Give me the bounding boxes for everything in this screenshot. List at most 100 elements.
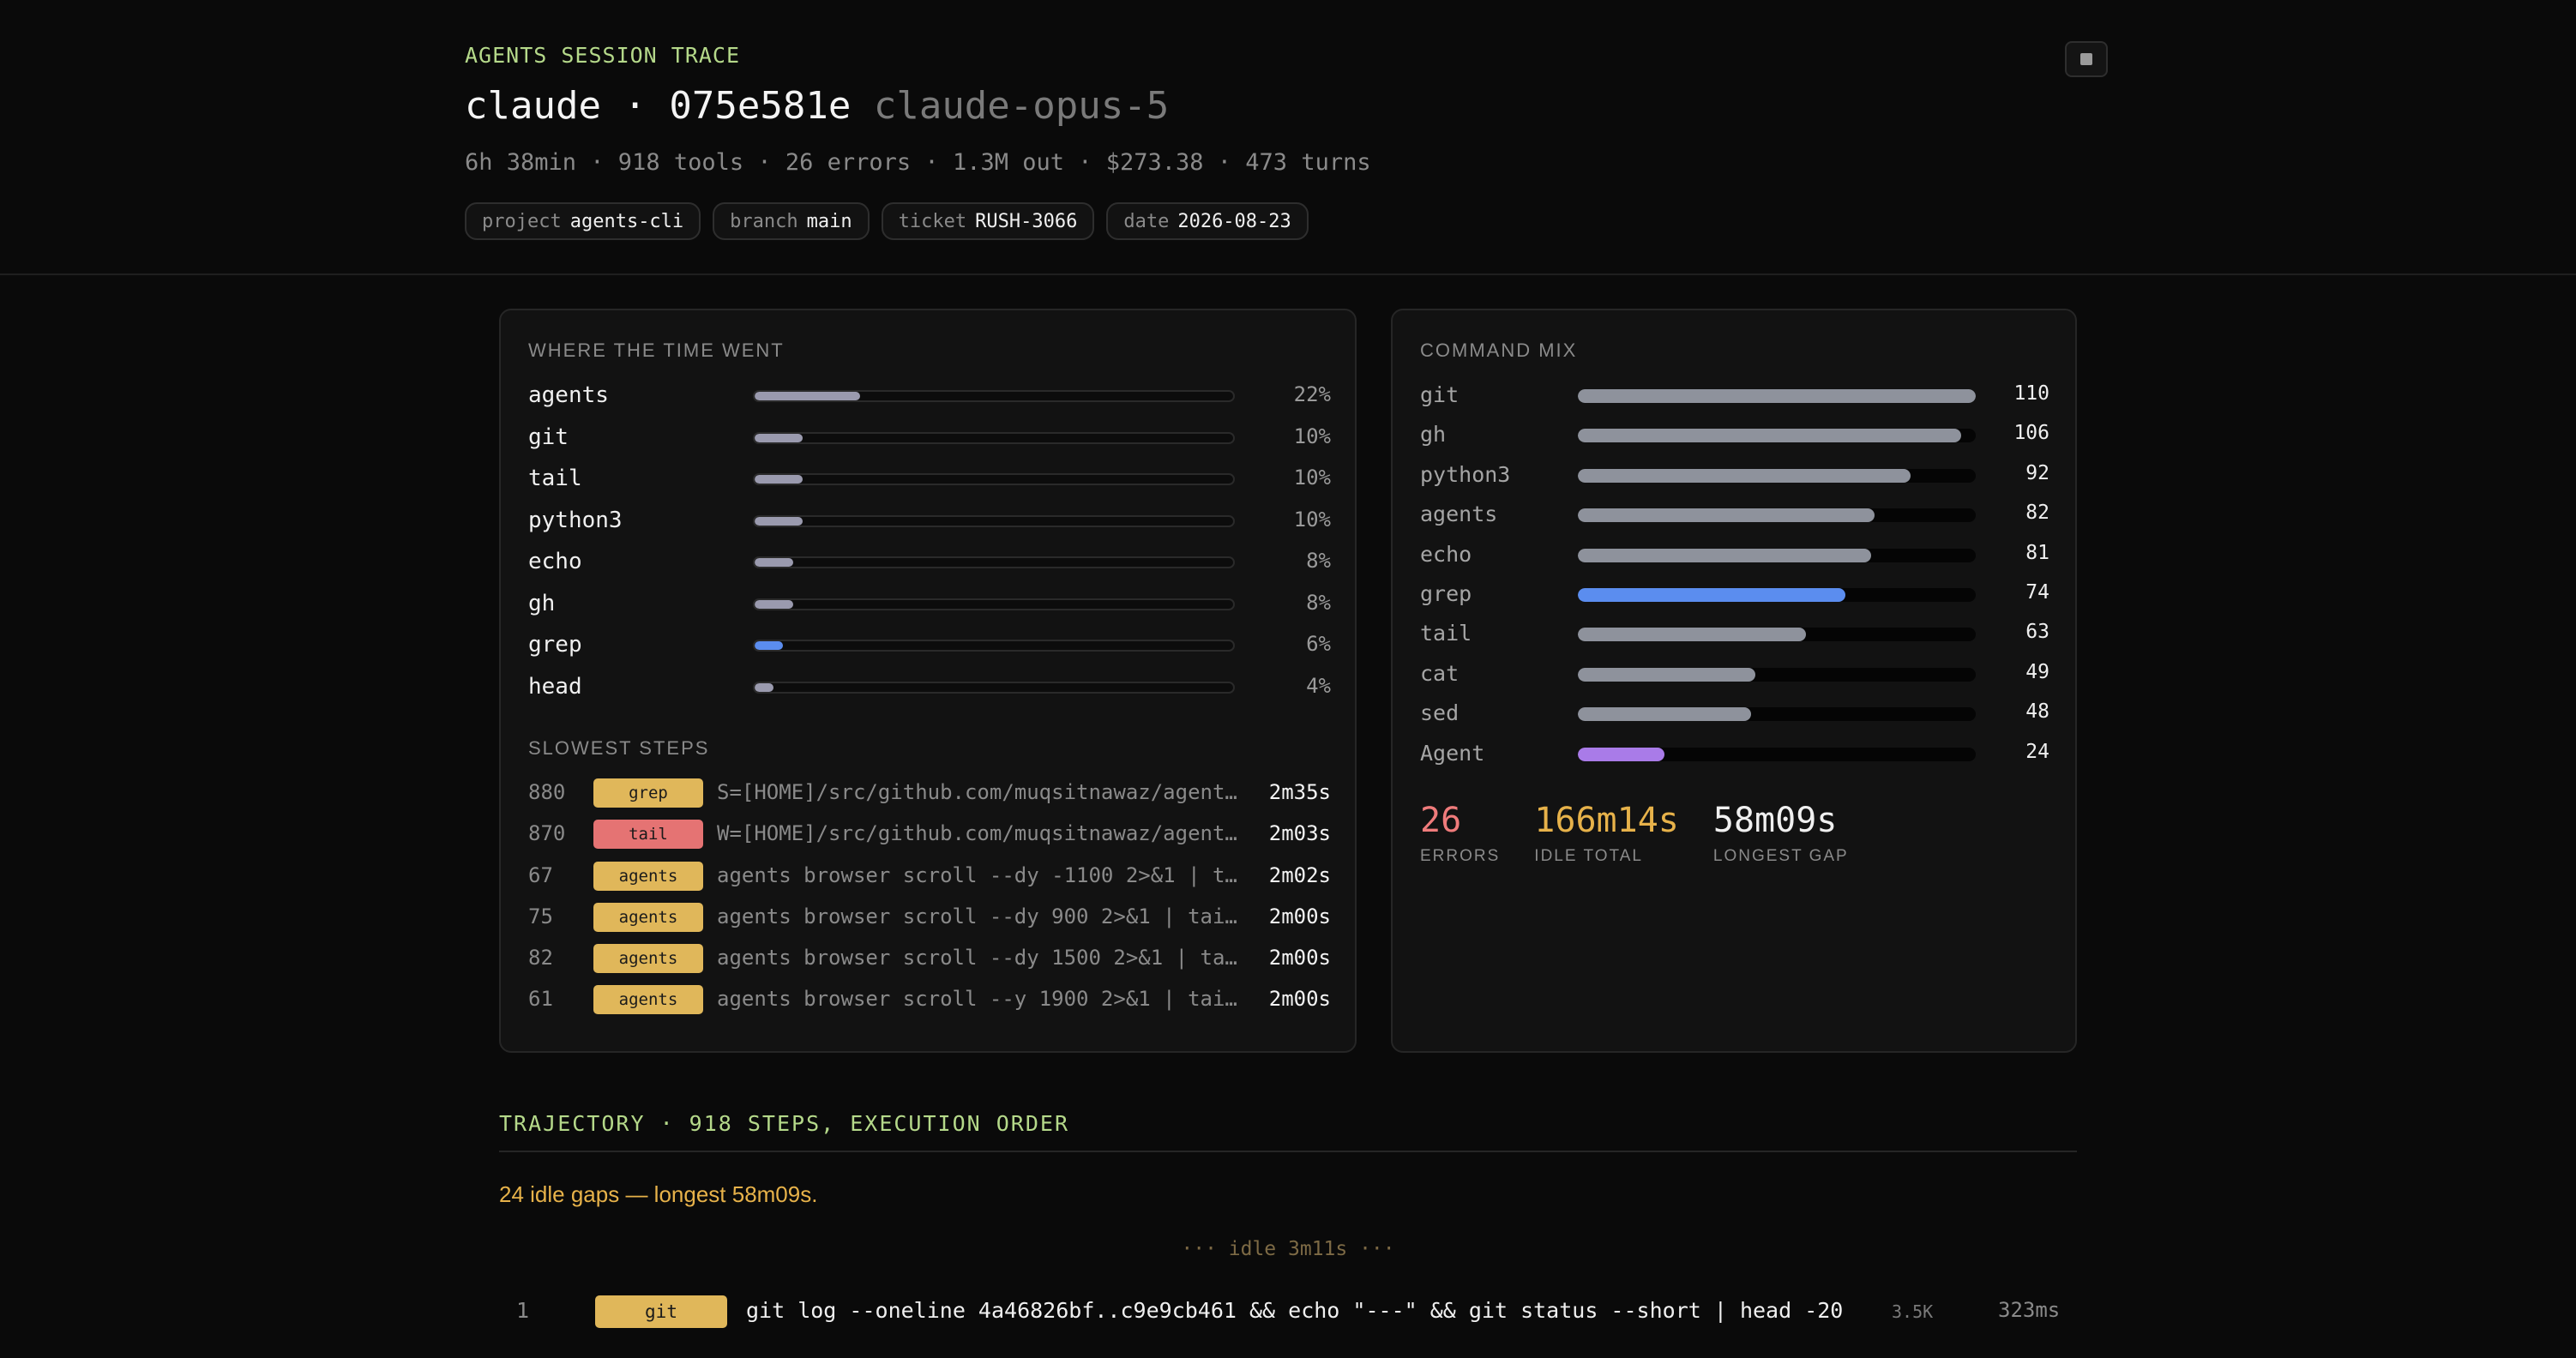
mix-row-tail: tail 63 [1420,621,2049,660]
time-bar-track [753,473,1235,485]
time-bar-fill [755,599,793,609]
time-row-gh: gh 8% [528,591,1331,633]
step-tool-tag: agents [593,902,703,932]
step-duration: 2m00s [1268,904,1331,928]
time-bar-track [753,431,1235,444]
chip-value: RUSH-3066 [975,210,1078,232]
mix-bar-fill [1578,707,1752,722]
mix-row-agent: Agent 24 [1420,741,2049,780]
slow-step-row[interactable]: 870 tail W=[HOME]/src/github.com/muqsitnaw… [528,820,1331,861]
command-mix-list: git 110 gh 106 python3 92 agents 82 echo 81 grep 74… [1420,382,2049,780]
time-row-percent: 22% [1293,382,1331,406]
slow-step-row[interactable]: 75 agents agents browser scroll --dy 900 2… [528,902,1331,944]
metadata-chips: project agents-cli branch main ticket RU… [465,202,1309,240]
mix-row-label: git [1420,382,1460,407]
time-row-tail: tail 10% [528,466,1331,508]
mix-bar-fill [1578,628,1806,642]
mix-row-count: 24 [2025,740,2049,763]
mix-row-count: 92 [2025,461,2049,484]
toggle-theme-button[interactable] [2065,41,2108,77]
chip-key: date [1123,210,1170,232]
mix-row-gh: gh 106 [1420,422,2049,461]
mix-row-count: 110 [2013,382,2049,405]
session-header: AGENTS SESSION TRACE claude · 075e581e c… [0,0,2576,275]
metric-caption: ERRORS [1420,847,1501,865]
chip-project: project agents-cli [465,202,701,240]
slow-step-row[interactable]: 880 grep S=[HOME]/src/github.com/muqsitnaw… [528,778,1331,820]
time-bar-track [753,598,1235,610]
step-number: 880 [528,780,566,804]
idle-gaps-note: 24 idle gaps — longest 58m09s. [499,1181,818,1207]
slowest-steps-title: SLOWEST STEPS [528,737,710,759]
time-bar-track [753,556,1235,568]
step-number: 61 [528,987,553,1012]
session-title: claude · 075e581e [465,84,852,128]
time-row-percent: 6% [1306,632,1331,656]
mix-bar-fill [1578,389,1976,403]
time-breakdown: agents 22% git 10% tail 10% python3 10% echo 8% gh… [528,382,1331,715]
metric-value: 26 [1420,801,1462,840]
mix-bar-fill [1578,429,1962,443]
step-command: agents browser scroll --dy 1500 2>&1 | t… [717,946,1245,970]
time-row-label: head [528,673,582,700]
time-row-label: gh [528,590,556,616]
time-row-percent: 4% [1306,673,1331,698]
mix-row-count: 63 [2025,621,2049,644]
time-bar-track [753,514,1235,527]
mix-row-agents: agents 82 [1420,502,2049,541]
step-number: 870 [528,821,566,846]
command-mix-title: COMMAND MIX [1420,340,1578,361]
idle-gap-marker: ··· idle 3m11s ··· [1181,1238,1395,1260]
metric-caption: LONGEST GAP [1712,847,1849,865]
time-row-label: git [528,424,569,450]
divider [499,1151,2077,1152]
step-duration: 2m00s [1268,946,1331,970]
step-command: git log --oneline 4a46826bf..c9e9cb461 &… [746,1298,1844,1323]
time-bar-track [753,640,1235,652]
trajectory-step[interactable]: 1 git git log --oneline 4a46826bf..c9e9c… [499,1293,2077,1331]
slow-step-row[interactable]: 61 agents agents browser scroll --y 1900 2… [528,985,1331,1026]
step-number: 67 [528,862,553,887]
step-duration: 2m35s [1268,780,1331,804]
mix-row-label: tail [1420,621,1472,646]
metric-value: 58m09s [1712,801,1838,840]
mix-row-label: echo [1420,541,1472,567]
time-bar-track [753,681,1235,694]
time-panel-title: WHERE THE TIME WENT [528,340,785,361]
step-tool-tag: agents [593,944,703,974]
mix-bar-track [1578,628,1976,642]
mix-bar-track [1578,429,1976,443]
mix-row-grep: grep 74 [1420,581,2049,621]
mix-bar-fill [1578,548,1871,562]
mix-bar-track [1578,508,1976,523]
time-panel: WHERE THE TIME WENT agents 22% git 10% tail 1… [499,309,1357,1053]
step-duration: 2m02s [1268,862,1331,887]
chip-value: main [806,210,852,232]
time-row-head: head 4% [528,674,1331,716]
step-command: agents browser scroll --y 1900 2>&1 | ta… [717,987,1245,1012]
metric-errors: 26 ERRORS [1420,801,1500,866]
step-number: 82 [528,946,553,970]
slow-step-row[interactable]: 67 agents agents browser scroll --dy -1100… [528,861,1331,903]
time-row-percent: 10% [1293,424,1331,448]
time-row-percent: 8% [1306,590,1331,615]
mix-bar-fill [1578,587,1846,602]
slow-step-row[interactable]: 82 agents agents browser scroll --dy 1500 … [528,944,1331,985]
mix-row-label: Agent [1420,740,1485,766]
chip-value: agents-cli [569,210,684,232]
time-row-label: grep [528,632,582,658]
mix-row-label: grep [1420,580,1472,606]
time-row-python3: python3 10% [528,508,1331,550]
mix-bar-track [1578,707,1976,722]
mix-row-sed: sed 48 [1420,700,2049,740]
mix-bar-track [1578,548,1976,562]
step-duration: 2m00s [1268,987,1331,1012]
step-tool-tag: agents [593,861,703,891]
mix-bar-track [1578,389,1976,403]
model-name: claude-opus-5 [873,84,1170,128]
step-duration: 2m03s [1268,821,1331,846]
time-row-grep: grep 6% [528,632,1331,674]
step-tool-tag: git [595,1295,727,1328]
time-bar-fill [755,433,803,442]
mix-bar-track [1578,587,1976,602]
